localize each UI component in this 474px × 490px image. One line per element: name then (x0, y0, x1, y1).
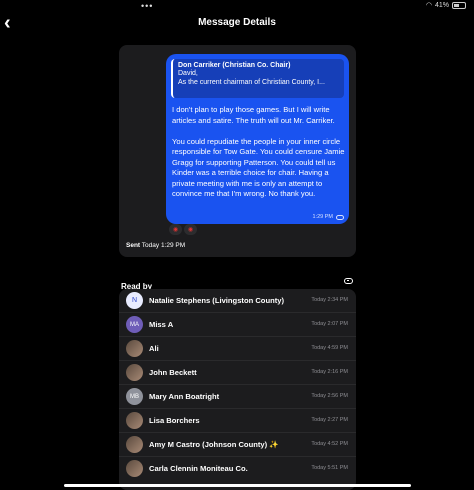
sent-label: Sent (126, 242, 141, 249)
heart-eyes-reaction-icon[interactable]: ◉ (184, 224, 197, 235)
multitask-dots[interactable]: ••• (141, 1, 153, 11)
read-by-header: Read by (121, 276, 355, 291)
nav-bar: ‹ Message Details (0, 12, 474, 36)
sent-time: Today 1:29 PM (141, 242, 186, 249)
reader-name: Miss A (149, 320, 174, 329)
wifi-icon: ◠ (425, 2, 432, 9)
battery-icon (452, 1, 466, 9)
reader-row[interactable]: MB Mary Ann Boatright Today 2:56 PM (119, 385, 356, 409)
home-indicator[interactable] (64, 484, 411, 487)
reader-read-time: Today 2:56 PM (311, 393, 348, 399)
avatar (126, 340, 143, 357)
status-bar: ••• ◠ 41% (0, 0, 474, 12)
reader-read-time: Today 2:34 PM (311, 297, 348, 303)
reader-read-time: Today 2:27 PM (311, 417, 348, 423)
reader-name: Natalie Stephens (Livingston County) (149, 296, 285, 305)
message-paragraph: I don't plan to play those games. But I … (172, 105, 335, 125)
quote-line: David, (178, 70, 198, 77)
reader-row[interactable]: N Natalie Stephens (Livingston County) Tod… (119, 289, 356, 313)
avatar (126, 436, 143, 453)
link-icon[interactable] (344, 278, 353, 284)
seen-icon (336, 214, 344, 220)
quoted-reply[interactable]: Don Carriker (Christian Co. Chair) David… (171, 59, 344, 98)
avatar (126, 460, 143, 477)
avatar (126, 364, 143, 381)
reader-row[interactable]: Carla Clennin Moniteau Co. Today 5:51 PM (119, 457, 356, 481)
avatar (126, 412, 143, 429)
reader-read-time: Today 5:51 PM (311, 465, 348, 471)
quote-line: As the current chairman of Christian Cou… (178, 79, 325, 86)
reader-name: Mary Ann Boatright (149, 392, 220, 401)
message-time: 1:29 PM (313, 214, 344, 220)
reader-name: Ali (149, 344, 159, 353)
reactions: ◉ ◉ (169, 224, 197, 235)
reader-row[interactable]: Lisa Borchers Today 2:27 PM (119, 409, 356, 433)
reader-name: Lisa Borchers (149, 416, 200, 425)
message-time-text: 1:29 PM (312, 214, 333, 220)
status-indicators: ◠ 41% (426, 1, 466, 9)
reader-name: Carla Clennin Moniteau Co. (149, 464, 248, 473)
reader-read-time: Today 2:16 PM (311, 369, 348, 375)
avatar: MA (126, 316, 143, 333)
message-card: Don Carriker (Christian Co. Chair) David… (119, 45, 356, 257)
sent-info: Sent Today 1:29 PM (126, 242, 185, 249)
reader-read-time: Today 4:59 PM (311, 345, 348, 351)
reader-row[interactable]: MA Miss A Today 2:07 PM (119, 313, 356, 337)
reader-read-time: Today 4:52 PM (311, 441, 348, 447)
readers-list: N Natalie Stephens (Livingston County) Tod… (119, 289, 356, 490)
reader-name: Amy M Castro (Johnson County) ✨ (149, 440, 279, 449)
reader-row[interactable]: John Beckett Today 2:16 PM (119, 361, 356, 385)
quote-author: Don Carriker (Christian Co. Chair) (178, 62, 291, 69)
reader-row[interactable]: Amy M Castro (Johnson County) ✨ Today 4:5… (119, 433, 356, 457)
avatar: N (126, 292, 143, 309)
message-bubble[interactable]: Don Carriker (Christian Co. Chair) David… (166, 54, 349, 224)
reader-row[interactable]: Ali Today 4:59 PM (119, 337, 356, 361)
reader-name: John Beckett (149, 368, 197, 377)
angry-reaction-icon[interactable]: ◉ (169, 224, 182, 235)
battery-percent: 41% (434, 1, 449, 9)
page-title: Message Details (198, 17, 276, 28)
avatar: MB (126, 388, 143, 405)
reader-read-time: Today 2:07 PM (311, 321, 348, 327)
message-text: I don't plan to play those games. But I … (172, 105, 347, 210)
message-paragraph: You could repudiate the people in your i… (172, 136, 345, 199)
